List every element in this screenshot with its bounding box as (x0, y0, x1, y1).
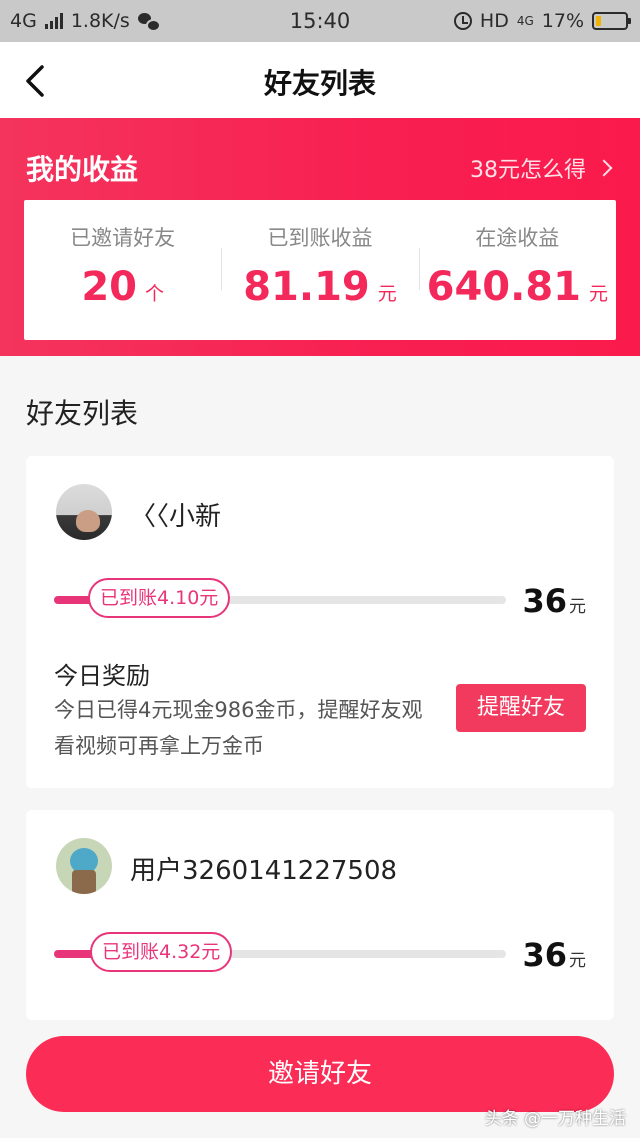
stats-card: 已邀请好友 20 个 已到账收益 81.19 元 在途收益 640.81 元 (24, 200, 616, 340)
section-title: 好友列表 (26, 397, 139, 430)
reward-description: 今日已得4元现金986金币，提醒好友观看视频可再拿上万金币 (54, 698, 423, 758)
stat-invited-friends: 已邀请好友 20 个 (24, 200, 221, 340)
earnings-title: 我的收益 (26, 153, 139, 186)
avatar (56, 838, 112, 894)
title-bar: 好友列表 (0, 42, 640, 118)
remind-friend-button[interactable]: 提醒好友 (456, 684, 586, 732)
page-title: 好友列表 (263, 67, 376, 100)
reward-title: 今日奖励 (54, 662, 150, 690)
chevron-right-icon (595, 159, 613, 177)
how-to-earn-link[interactable]: 38元怎么得 (470, 152, 613, 184)
stat-label: 已邀请好友 (70, 226, 176, 250)
alarm-icon (453, 12, 472, 30)
watermark: 头条 @一万种生活 (484, 1109, 626, 1129)
earnings-banner: 我的收益 38元怎么得 已邀请好友 20 个 已到账收益 81.19 元 在途收益 … (0, 118, 640, 356)
reward-amount: 36 元 (522, 936, 586, 974)
friend-card: 用户3260141227508 已到账4.32元 36 元 (26, 810, 614, 1020)
reward-amount: 36 元 (522, 582, 586, 620)
avatar (56, 484, 112, 540)
stat-label: 在途收益 (475, 226, 560, 250)
friend-name: 用户3260141227508 (130, 856, 398, 886)
received-amount-tag: 已到账4.10元 (88, 578, 231, 618)
how-to-earn-label: 38元怎么得 (470, 158, 586, 183)
stat-label: 已到账收益 (267, 226, 373, 250)
battery-icon (592, 12, 631, 30)
received-amount-tag: 已到账4.32元 (90, 932, 233, 972)
battery-percent: 17% (541, 10, 584, 32)
net-type-2: 4G (516, 14, 534, 28)
hd-label: HD (479, 10, 509, 32)
stat-received-earnings: 已到账收益 81.19 元 (221, 200, 418, 340)
stat-pending-earnings: 在途收益 640.81 元 (418, 200, 616, 340)
stat-value: 81.19 元 (243, 264, 397, 310)
friend-card: 〈〈小新 已到账4.10元 36 元 今日奖励 今日已得4元现金986金币，提醒好… (26, 456, 614, 788)
friend-name: 〈〈小新 (130, 502, 222, 532)
stat-value: 640.81 元 (426, 264, 608, 310)
status-bar: 4G 1.8K/s 15:40 HD 4G 17% (0, 0, 640, 42)
invite-friends-button[interactable]: 邀请好友 (26, 1036, 614, 1112)
stat-value: 20 个 (81, 264, 164, 310)
